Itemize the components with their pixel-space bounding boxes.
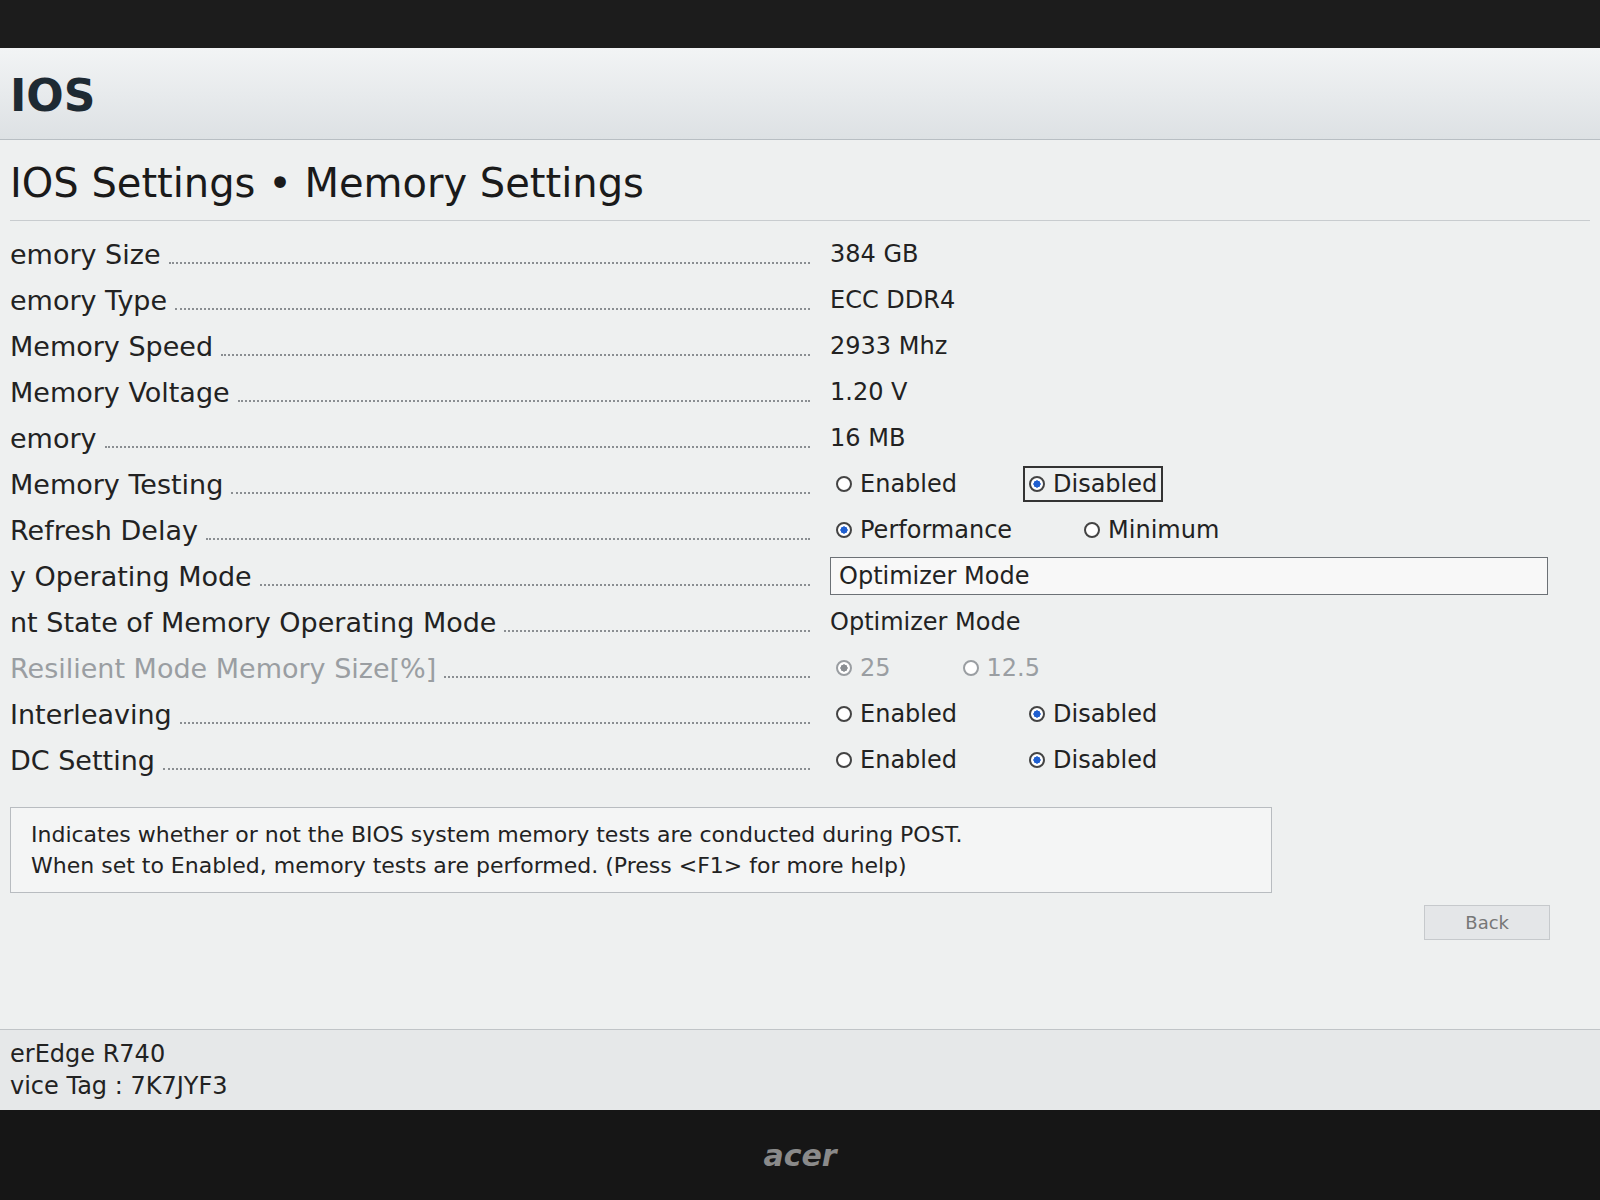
setting-row: Memory Speed2933 Mhz — [10, 323, 1590, 369]
help-box: Indicates whether or not the BIOS system… — [10, 807, 1272, 893]
radio-icon — [963, 660, 979, 676]
setting-row: Memory Voltage1.20 V — [10, 369, 1590, 415]
radio-option[interactable]: Disabled — [1023, 742, 1163, 778]
setting-label: Memory Testing — [10, 469, 830, 500]
radio-option[interactable]: Enabled — [830, 742, 963, 778]
setting-row: y Operating ModeOptimizer Mode — [10, 553, 1590, 599]
dotted-leader — [231, 492, 810, 494]
setting-value: 1.20 V — [830, 378, 907, 406]
setting-label: Interleaving — [10, 699, 830, 730]
dotted-leader — [175, 308, 810, 310]
radio-group: Performance Minimum — [830, 512, 1225, 548]
bios-header: IOS — [0, 48, 1600, 140]
setting-value: 384 GB — [830, 240, 919, 268]
setting-value: 16 MB — [830, 424, 905, 452]
setting-label: nt State of Memory Operating Mode — [10, 607, 830, 638]
setting-label: Resilient Mode Memory Size[%] — [10, 653, 830, 684]
back-button[interactable]: Back — [1424, 905, 1550, 940]
radio-icon — [836, 706, 852, 722]
dotted-leader — [206, 538, 810, 540]
setting-value: ECC DDR4 — [830, 286, 955, 314]
brand-logo: acer — [763, 1138, 836, 1173]
radio-icon — [836, 660, 852, 676]
footer: erEdge R740 vice Tag : 7K7JYF3 — [0, 1029, 1600, 1110]
radio-option: 25 — [830, 650, 897, 686]
radio-icon — [836, 476, 852, 492]
dotted-leader — [169, 262, 810, 264]
radio-option[interactable]: Performance — [830, 512, 1018, 548]
dotted-leader — [444, 676, 810, 678]
setting-label: Memory Speed — [10, 331, 830, 362]
radio-option[interactable]: Enabled — [830, 696, 963, 732]
setting-value: 2933 Mhz — [830, 332, 947, 360]
help-line: Indicates whether or not the BIOS system… — [31, 822, 1251, 847]
top-band — [0, 0, 1600, 48]
setting-row: emory TypeECC DDR4 — [10, 277, 1590, 323]
model-name: erEdge R740 — [10, 1040, 1590, 1068]
radio-icon — [1029, 476, 1045, 492]
radio-icon — [1084, 522, 1100, 538]
setting-label: Memory Voltage — [10, 377, 830, 408]
setting-row: Resilient Mode Memory Size[%]25 12.5 — [10, 645, 1590, 691]
radio-icon — [836, 522, 852, 538]
setting-value: Optimizer Mode — [830, 608, 1021, 636]
setting-label: emory Size — [10, 239, 830, 270]
dotted-leader — [105, 446, 810, 448]
radio-option: 12.5 — [957, 650, 1046, 686]
setting-label: emory — [10, 423, 830, 454]
radio-group: Enabled Disabled — [830, 466, 1163, 502]
monitor-screen: IOS IOS Settings • Memory Settings emory S… — [0, 0, 1600, 1200]
setting-label: emory Type — [10, 285, 830, 316]
page-title: IOS Settings • Memory Settings — [10, 160, 1590, 221]
bottom-bar: Back — [10, 905, 1590, 940]
service-tag: vice Tag : 7K7JYF3 — [10, 1072, 1590, 1100]
dotted-leader — [504, 630, 810, 632]
dotted-leader — [180, 722, 810, 724]
mode-select[interactable]: Optimizer Mode — [830, 557, 1548, 595]
radio-icon — [836, 752, 852, 768]
setting-row: nt State of Memory Operating ModeOptimiz… — [10, 599, 1590, 645]
setting-row: emory16 MB — [10, 415, 1590, 461]
setting-row: Refresh DelayPerformance Minimum — [10, 507, 1590, 553]
radio-option[interactable]: Disabled — [1023, 696, 1163, 732]
dotted-leader — [221, 354, 810, 356]
setting-row: DC SettingEnabled Disabled — [10, 737, 1590, 783]
setting-row: InterleavingEnabled Disabled — [10, 691, 1590, 737]
monitor-bezel: acer — [0, 1110, 1600, 1200]
help-line: When set to Enabled, memory tests are pe… — [31, 853, 1251, 878]
radio-icon — [1029, 752, 1045, 768]
radio-group: Enabled Disabled — [830, 696, 1163, 732]
radio-group: Enabled Disabled — [830, 742, 1163, 778]
setting-label: Refresh Delay — [10, 515, 830, 546]
radio-group: 25 12.5 — [830, 650, 1046, 686]
dotted-leader — [163, 768, 810, 770]
setting-label: DC Setting — [10, 745, 830, 776]
radio-icon — [1029, 706, 1045, 722]
dotted-leader — [260, 584, 810, 586]
settings-panel: IOS Settings • Memory Settings emory Size… — [0, 140, 1600, 1029]
radio-option[interactable]: Minimum — [1078, 512, 1225, 548]
radio-option[interactable]: Disabled — [1023, 466, 1163, 502]
dotted-leader — [238, 400, 810, 402]
settings-list: emory Size384 GBemory TypeECC DDR4Memory… — [10, 231, 1590, 783]
setting-label: y Operating Mode — [10, 561, 830, 592]
setting-row: emory Size384 GB — [10, 231, 1590, 277]
setting-row: Memory TestingEnabled Disabled — [10, 461, 1590, 507]
radio-option[interactable]: Enabled — [830, 466, 963, 502]
